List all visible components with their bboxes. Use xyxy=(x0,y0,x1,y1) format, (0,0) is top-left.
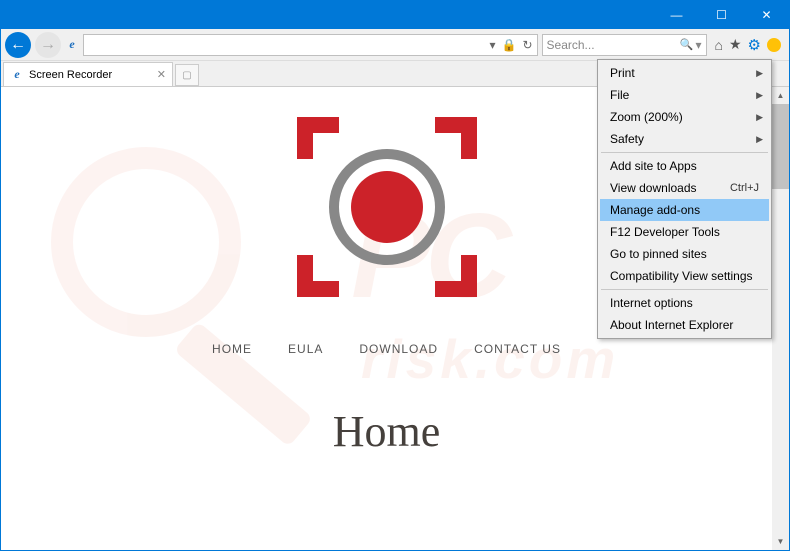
maximize-button[interactable]: ☐ xyxy=(699,1,744,29)
nav-toolbar: ← → e ▾ 🔒 ↻ Search... 🔍 ▾ ⌂ ★ ⚙ xyxy=(1,29,789,61)
submenu-arrow-icon: ▶ xyxy=(756,68,763,79)
menu-item-file[interactable]: File▶ xyxy=(600,84,769,106)
submenu-arrow-icon: ▶ xyxy=(756,90,763,101)
search-box[interactable]: Search... 🔍 ▾ xyxy=(542,34,707,56)
search-dropdown-icon[interactable]: 🔍 xyxy=(680,38,694,51)
menu-item-print[interactable]: Print▶ xyxy=(600,62,769,84)
address-dropdown-icon[interactable]: ▾ xyxy=(489,38,495,52)
vertical-scrollbar[interactable]: ▲ ▼ xyxy=(772,87,789,550)
menu-item-safety[interactable]: Safety▶ xyxy=(600,128,769,150)
menu-item-about-internet-explorer[interactable]: About Internet Explorer xyxy=(600,314,769,336)
nav-eula[interactable]: EULA xyxy=(288,342,323,356)
submenu-arrow-icon: ▶ xyxy=(756,112,763,123)
menu-item-go-to-pinned-sites[interactable]: Go to pinned sites xyxy=(600,243,769,265)
tab-active[interactable]: e Screen Recorder ✕ xyxy=(3,62,173,86)
favorites-icon[interactable]: ★ xyxy=(729,36,742,53)
menu-item-view-downloads[interactable]: View downloadsCtrl+J xyxy=(600,177,769,199)
nav-home[interactable]: HOME xyxy=(212,342,252,356)
tab-title: Screen Recorder xyxy=(29,69,112,81)
lock-icon[interactable]: 🔒 xyxy=(502,38,517,52)
search-caret-icon[interactable]: ▾ xyxy=(695,38,701,52)
tab-close-icon[interactable]: ✕ xyxy=(157,68,166,81)
home-icon[interactable]: ⌂ xyxy=(715,37,723,53)
refresh-icon[interactable]: ↻ xyxy=(522,38,532,52)
menu-item-f12-developer-tools[interactable]: F12 Developer Tools xyxy=(600,221,769,243)
menu-item-internet-options[interactable]: Internet options xyxy=(600,292,769,314)
menu-separator xyxy=(601,152,768,153)
menu-separator xyxy=(601,289,768,290)
close-button[interactable]: ✕ xyxy=(744,1,789,29)
forward-button[interactable]: → xyxy=(35,32,61,58)
site-nav: HOME EULA DOWNLOAD CONTACT US xyxy=(212,342,561,356)
menu-shortcut: Ctrl+J xyxy=(730,182,759,194)
scroll-up-button[interactable]: ▲ xyxy=(772,87,789,104)
toolbar-icons: ⌂ ★ ⚙ xyxy=(711,36,785,54)
ie-icon: e xyxy=(65,38,79,52)
scroll-down-button[interactable]: ▼ xyxy=(772,533,789,550)
new-tab-button[interactable]: ▢ xyxy=(175,64,199,86)
gear-icon[interactable]: ⚙ xyxy=(748,36,761,54)
tab-favicon: e xyxy=(10,68,24,82)
menu-item-zoom-200[interactable]: Zoom (200%)▶ xyxy=(600,106,769,128)
menu-item-manage-add-ons[interactable]: Manage add-ons xyxy=(600,199,769,221)
minimize-button[interactable]: — xyxy=(654,1,699,29)
title-bar: — ☐ ✕ xyxy=(1,1,789,29)
tools-menu[interactable]: Print▶File▶Zoom (200%)▶Safety▶ Add site t… xyxy=(597,59,772,339)
feedback-icon[interactable] xyxy=(767,38,781,52)
record-logo xyxy=(297,117,477,297)
submenu-arrow-icon: ▶ xyxy=(756,134,763,145)
menu-item-add-site-to-apps[interactable]: Add site to Apps xyxy=(600,155,769,177)
scroll-thumb[interactable] xyxy=(772,104,789,189)
nav-download[interactable]: DOWNLOAD xyxy=(359,342,438,356)
page-heading: Home xyxy=(333,406,441,457)
search-placeholder: Search... xyxy=(547,38,595,52)
address-bar[interactable]: ▾ 🔒 ↻ xyxy=(83,34,538,56)
back-button[interactable]: ← xyxy=(5,32,31,58)
nav-contact[interactable]: CONTACT US xyxy=(474,342,561,356)
menu-item-compatibility-view-settings[interactable]: Compatibility View settings xyxy=(600,265,769,287)
